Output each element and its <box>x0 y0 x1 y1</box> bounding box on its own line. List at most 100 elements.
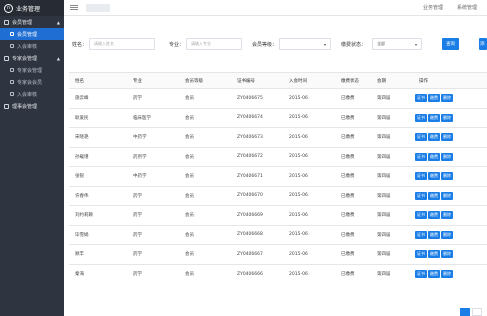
table-cell: 2015-06 <box>283 146 335 167</box>
table-cell: 2015-06 <box>283 185 335 206</box>
sidebar-item-label: 专家会会员 <box>17 79 43 86</box>
certificate-button[interactable]: 证书 <box>415 270 427 278</box>
table-cell: ZY0406668 <box>231 224 283 245</box>
breadcrumb <box>86 3 110 12</box>
certificate-button[interactable]: 证书 <box>415 94 427 103</box>
table-cell: 第四届 <box>371 205 413 225</box>
sidebar-group-member[interactable]: 会员管理 ▲ <box>0 16 64 28</box>
sidebar-item-member-manage[interactable]: 会员管理 <box>0 28 64 40</box>
level-select[interactable]: ▾ <box>279 38 332 50</box>
table-cell: 会员 <box>179 146 231 167</box>
payment-button[interactable]: 缴费 <box>428 250 440 259</box>
delete-button[interactable]: 删除 <box>441 270 453 278</box>
table-cell: 第四届 <box>371 224 413 245</box>
table-cell: 2015-06 <box>283 127 335 147</box>
sidebar-group-expert[interactable]: 专家会管理 ▲ <box>0 52 64 64</box>
sidebar-item-member-audit[interactable]: 入会审核 <box>0 40 64 52</box>
table-cell: 药学 <box>127 205 179 225</box>
certificate-button[interactable]: 证书 <box>415 191 427 200</box>
delete-button[interactable]: 删除 <box>441 172 453 181</box>
payment-button[interactable]: 缴费 <box>428 172 440 181</box>
sidebar-item-expert-members[interactable]: 专家会会员 <box>0 76 64 88</box>
page-next-button[interactable] <box>472 308 482 316</box>
table-cell: 第四届 <box>371 185 413 206</box>
certificate-button[interactable]: 证书 <box>415 133 427 142</box>
table-cell: ZY0406669 <box>231 205 283 225</box>
sidebar-group-label: 会员管理 <box>12 19 33 26</box>
table-cell: 秦海 <box>69 263 127 284</box>
sidebar-group-council[interactable]: 理事会管理 <box>0 100 64 112</box>
delete-button[interactable]: 删除 <box>441 211 453 220</box>
column-header: 会期 <box>371 72 413 89</box>
table-cell: 药学 <box>127 88 179 108</box>
chevron-down-icon: ▾ <box>415 41 418 47</box>
table-cell: 2015-06 <box>283 263 335 284</box>
fee-select-value: 全部 <box>377 41 386 46</box>
sidebar-item-label: 会员管理 <box>17 31 38 38</box>
table-cell: ZY0406672 <box>231 146 283 167</box>
delete-button[interactable]: 删除 <box>441 230 453 239</box>
folder-icon <box>4 55 9 61</box>
top-link-business[interactable]: 业务管理 <box>423 4 443 11</box>
top-link-system[interactable]: 系统管理 <box>457 4 477 11</box>
name-input[interactable]: 请输入姓名 <box>89 38 156 50</box>
certificate-button[interactable]: 证书 <box>415 211 427 220</box>
payment-button[interactable]: 缴费 <box>428 191 440 200</box>
sidebar-item-expert-manage[interactable]: 专家会管理 <box>0 64 64 76</box>
certificate-button[interactable]: 证书 <box>415 230 427 239</box>
payment-button[interactable]: 缴费 <box>428 152 440 161</box>
row-actions: 证书 缴费 删除 <box>413 205 487 225</box>
delete-button[interactable]: 删除 <box>441 191 453 200</box>
table-cell: 已缴费 <box>335 244 371 264</box>
table-cell: 第四届 <box>371 146 413 167</box>
sidebar-item-label: 入会审核 <box>17 43 38 50</box>
certificate-button[interactable]: 证书 <box>415 250 427 259</box>
pagination <box>460 308 482 316</box>
payment-button[interactable]: 缴费 <box>428 133 440 142</box>
payment-button[interactable]: 缴费 <box>428 94 440 103</box>
row-actions: 证书 缴费 删除 <box>413 107 487 128</box>
folder-icon <box>4 19 9 25</box>
table-row: 张锐 中药学 会员 ZY0406671 2015-06 已缴费 第四届 证书 缴费 删除 <box>69 166 487 186</box>
payment-button[interactable]: 缴费 <box>428 230 440 239</box>
table-cell: 已缴费 <box>335 107 371 128</box>
filter-bar: 姓名： 请输入姓名 专业： 请输入专业 会员等级： ▾ 缴费状态： 全部 ▾ 查询 <box>64 16 487 72</box>
column-header: 缴费状态 <box>335 72 371 89</box>
delete-button[interactable]: 删除 <box>441 250 453 259</box>
table-cell: 中药学 <box>127 127 179 147</box>
table-cell: 2015-06 <box>283 166 335 186</box>
page-1-button[interactable] <box>460 308 470 316</box>
table-cell: 张锐 <box>69 166 127 186</box>
table-cell: 已缴费 <box>335 146 371 167</box>
major-input[interactable]: 请输入专业 <box>186 38 243 50</box>
delete-button[interactable]: 删除 <box>441 133 453 142</box>
delete-button[interactable]: 删除 <box>441 152 453 161</box>
table-row: 许春伟 药学 会员 ZY0406670 2015-06 已缴费 第四届 证书 缴费 删除 <box>69 185 487 206</box>
list-icon <box>10 68 14 72</box>
column-header: 会员等级 <box>179 72 231 89</box>
certificate-button[interactable]: 证书 <box>415 113 427 122</box>
chevron-up-icon: ▲ <box>56 55 60 61</box>
sidebar-item-label: 入会审核 <box>17 91 38 98</box>
add-button[interactable]: 添 <box>479 38 487 50</box>
certificate-button[interactable]: 证书 <box>415 172 427 181</box>
table-cell: 孙载瑾 <box>69 146 127 167</box>
delete-button[interactable]: 删除 <box>441 113 453 122</box>
table-cell: 毕雪娟 <box>69 224 127 245</box>
sidebar-item-expert-audit[interactable]: 入会审核 <box>0 88 64 100</box>
payment-button[interactable]: 缴费 <box>428 211 440 220</box>
payment-button[interactable]: 缴费 <box>428 270 440 278</box>
search-button[interactable]: 查询 <box>442 38 460 50</box>
list-icon <box>10 80 14 84</box>
app-logo-icon: ∩ <box>4 3 13 13</box>
list-icon <box>10 32 14 36</box>
table-cell: 第四届 <box>371 263 413 284</box>
app-title: 业务管理 <box>16 5 41 13</box>
fee-select[interactable]: 全部 ▾ <box>372 38 423 50</box>
certificate-button[interactable]: 证书 <box>415 152 427 161</box>
table-row: 顾丰 药学 会员 ZY0406667 2015-06 已缴费 第四届 证书 缴费 删除 <box>69 244 487 264</box>
delete-button[interactable]: 删除 <box>441 94 453 103</box>
menu-toggle-icon[interactable] <box>70 5 78 10</box>
table-cell: 刘约莉颖 <box>69 205 127 225</box>
payment-button[interactable]: 缴费 <box>428 113 440 122</box>
